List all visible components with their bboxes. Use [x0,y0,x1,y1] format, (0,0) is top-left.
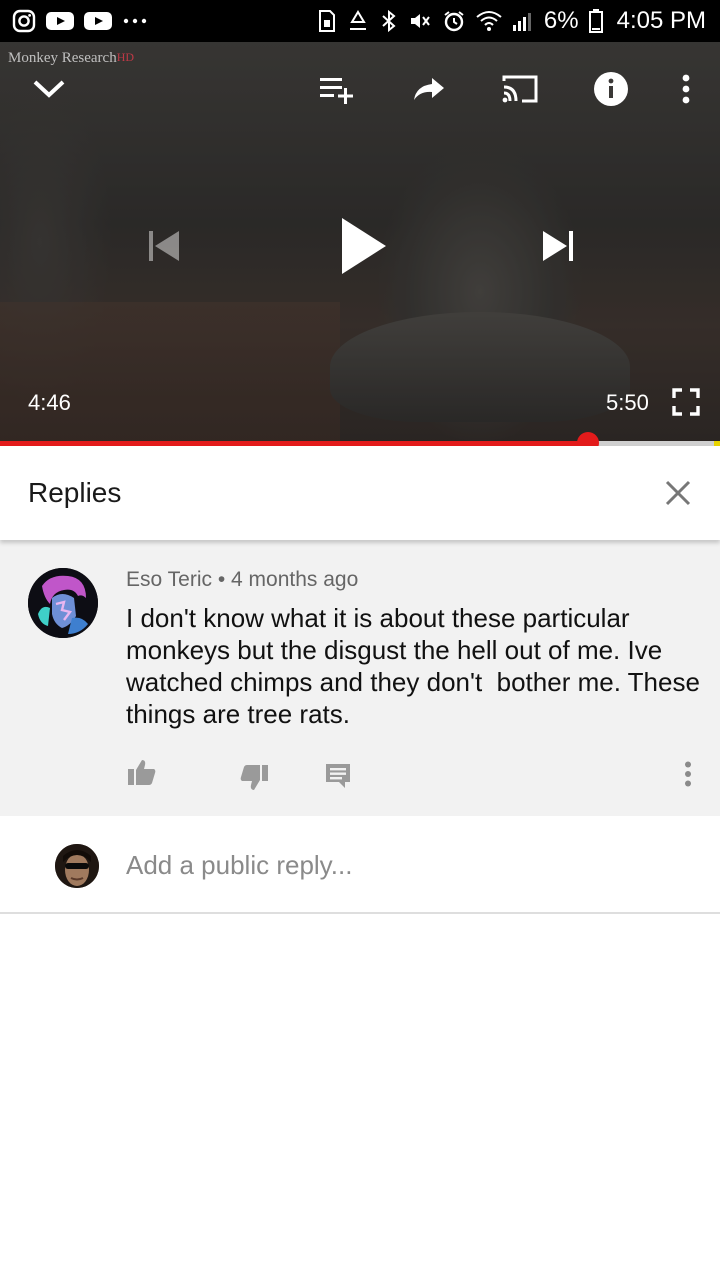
cast-button[interactable] [496,68,544,110]
thumbs-up-icon [128,760,156,785]
share-button[interactable] [406,68,452,110]
wifi-icon [476,10,502,32]
status-bar-system: 6% 4:05 PM [318,7,706,35]
more-vertical-icon [685,761,691,787]
battery-icon [588,9,603,33]
comment: Eso Teric • 4 months ago I don't know wh… [0,540,720,816]
cast-icon [502,75,538,103]
clock: 4:05 PM [616,7,706,34]
like-button[interactable] [122,752,162,792]
battery-percent: 6% [543,7,579,34]
instagram-icon [12,9,36,33]
playlist-add-icon [320,78,353,104]
player-overflow-menu-button[interactable] [664,68,708,110]
comment-icon [326,764,350,788]
skip-previous-icon [149,231,179,261]
avatar [55,844,99,888]
bluetooth-icon [380,9,398,33]
fullscreen-button[interactable] [664,380,708,424]
user-avatar-image [55,844,99,888]
replies-header: Replies [0,446,720,540]
alarm-icon [442,9,466,33]
fullscreen-icon [672,388,700,416]
comment-age: 4 months ago [231,568,359,591]
sim-icon [318,9,336,33]
share-icon [414,78,444,100]
youtube-icon [46,10,74,32]
video-info-button[interactable] [588,68,634,110]
watermark-text: Monkey Research [8,50,117,66]
status-bar: 6% 4:05 PM [0,0,720,42]
meta-separator: • [217,568,226,591]
more-notifications-icon [122,17,148,25]
comment-author[interactable]: Eso Teric [126,568,212,591]
commenter-avatar-image [28,568,98,638]
comment-overflow-menu-button[interactable] [670,754,706,794]
reply-button[interactable] [318,756,358,796]
play-button[interactable] [326,206,402,286]
thumbs-down-icon [240,765,268,790]
comment-meta: Eso Teric • 4 months ago [126,568,358,592]
minimize-player-button[interactable] [26,68,72,110]
current-time: 4:46 [28,390,71,415]
watermark-hd-badge: HD [116,50,135,64]
replies-title: Replies [28,477,122,508]
more-vertical-icon [682,74,690,104]
recycle-icon [346,9,370,33]
reply-composer [0,816,720,914]
next-video-button[interactable] [530,218,586,274]
previous-video-button[interactable] [136,218,192,274]
youtube-icon [84,10,112,32]
chevron-down-icon [33,80,65,98]
reply-input[interactable] [126,844,686,886]
close-icon [665,480,691,506]
comment-text: I don't know what it is about these part… [126,603,708,729]
video-player[interactable]: Monkey ResearchHD 4:46 5:50 [0,42,720,447]
status-bar-notifications [12,9,148,33]
skip-next-icon [543,231,573,261]
close-replies-button[interactable] [656,471,700,515]
info-icon [594,72,628,106]
avatar[interactable] [28,568,98,638]
signal-icon [512,10,534,32]
play-icon [342,218,386,274]
total-duration: 5:50 [606,390,649,415]
dislike-button[interactable] [234,758,274,798]
video-watermark: Monkey ResearchHD [8,50,134,67]
add-to-playlist-button[interactable] [314,68,360,110]
mute-icon [408,9,432,33]
